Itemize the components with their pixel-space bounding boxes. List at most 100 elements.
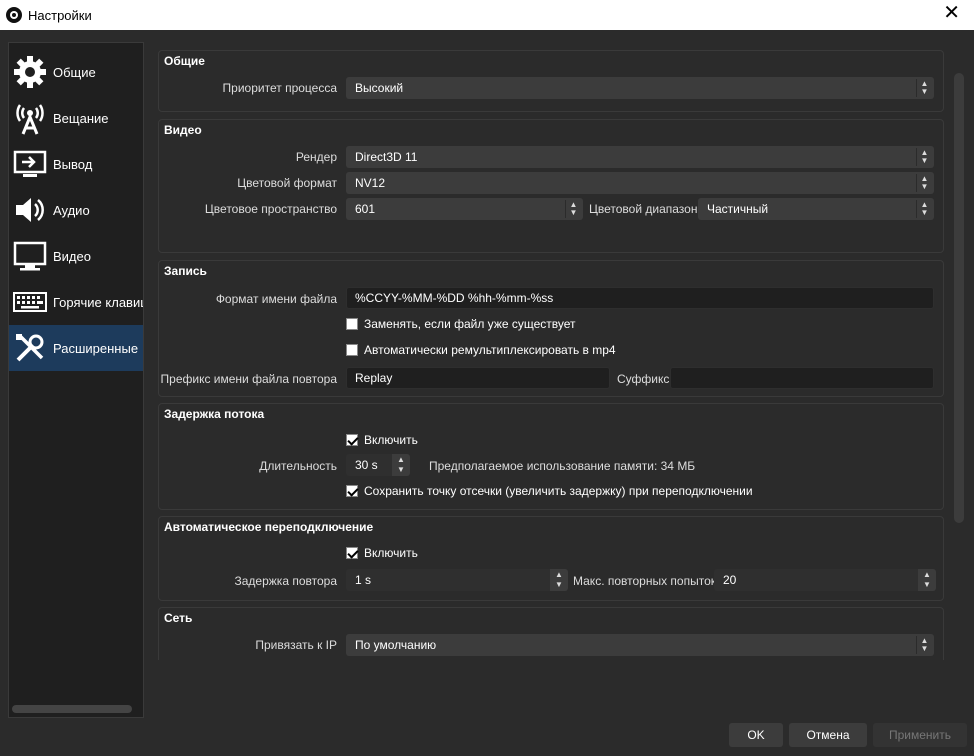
updown-icon: ▲ ▼ (916, 200, 932, 218)
spin-arrows-icon[interactable]: ▲ ▼ (918, 569, 936, 591)
suffix-input[interactable] (670, 367, 934, 389)
duration-spinbox[interactable]: 30 s ▲ ▼ (346, 454, 410, 476)
speaker-icon (11, 191, 49, 229)
settings-dialog: Общие Вещание Вывод Аудио Видео Горячие … (0, 30, 974, 756)
sidebar-item-advanced[interactable]: Расширенные (9, 325, 143, 371)
output-monitor-icon (11, 145, 49, 183)
checkbox-box (346, 434, 358, 446)
checkbox-label: Сохранить точку отсечки (увеличить задер… (364, 484, 753, 498)
checkbox-label: Автоматически ремультиплексировать в mp4 (364, 343, 616, 357)
max-retries-spinbox[interactable]: 20 ▲ ▼ (714, 569, 936, 591)
obs-logo-icon (6, 7, 22, 23)
checkbox-label: Включить (364, 433, 418, 447)
retry-delay-label: Задержка повтора (234, 574, 338, 588)
color-range-label: Цветовой диапазон (589, 202, 698, 216)
renderer-label: Рендер (295, 150, 337, 164)
stream-delay-enable-checkbox[interactable]: Включить (346, 433, 418, 447)
suffix-label: Суффикс (617, 372, 670, 386)
max-retries-label: Макс. повторных попыток (573, 574, 717, 588)
auto-reconnect-group: Автоматическое переподключение Включить … (158, 516, 944, 601)
spin-arrows-icon[interactable]: ▲ ▼ (392, 454, 410, 476)
updown-icon: ▲ ▼ (916, 148, 932, 166)
select-value: Высокий (355, 81, 404, 95)
color-format-select[interactable]: NV12 ▲ ▼ (346, 172, 934, 194)
sidebar-item-label: Вещание (53, 110, 109, 126)
monitor-icon (11, 237, 49, 275)
group-title: Общие (164, 54, 205, 68)
renderer-select[interactable]: Direct3D 11 ▲ ▼ (346, 146, 934, 168)
remux-checkbox[interactable]: Автоматически ремультиплексировать в mp4 (346, 343, 616, 357)
spin-value: 1 s (355, 573, 372, 587)
replay-prefix-input[interactable]: Replay (346, 367, 610, 389)
sidebar-item-label: Видео (53, 248, 91, 264)
sidebar-scrollbar[interactable] (12, 705, 132, 713)
select-value: 601 (355, 202, 376, 216)
group-title: Задержка потока (164, 407, 265, 421)
ok-button[interactable]: OK (729, 723, 783, 747)
spin-value: 20 (723, 573, 737, 587)
overwrite-checkbox[interactable]: Заменять, если файл уже существует (346, 317, 576, 331)
color-range-select[interactable]: Частичный ▲ ▼ (698, 198, 934, 220)
sidebar-item-output[interactable]: Вывод (9, 141, 143, 187)
sidebar-item-video[interactable]: Видео (9, 233, 143, 279)
bind-ip-select[interactable]: По умолчанию ▲ ▼ (346, 634, 934, 656)
sidebar-item-label: Общие (53, 64, 96, 80)
replay-prefix-label: Префикс имени файла повтора (160, 372, 337, 386)
recording-group: Запись Формат имени файла %CCYY-%MM-%DD … (158, 260, 944, 397)
settings-content: Общие Приоритет процесса Высокий ▲ ▼ Виде… (158, 50, 946, 660)
content-scrollbar[interactable] (954, 73, 964, 523)
sidebar-item-label: Вывод (53, 156, 93, 172)
bind-ip-label: Привязать к IP (255, 638, 337, 652)
apply-button[interactable]: Применить (873, 723, 967, 747)
settings-sidebar: Общие Вещание Вывод Аудио Видео Горячие … (8, 42, 144, 718)
updown-icon: ▲ ▼ (565, 200, 581, 218)
sidebar-item-label: Горячие клавиши (53, 294, 143, 310)
close-icon[interactable]: ✕ (943, 3, 960, 23)
select-value: По умолчанию (355, 638, 437, 652)
sidebar-item-general[interactable]: Общие (9, 49, 143, 95)
group-title: Запись (164, 264, 207, 278)
updown-icon: ▲ ▼ (916, 79, 932, 97)
window-title: Настройки (28, 8, 92, 23)
preserve-cutoff-checkbox[interactable]: Сохранить точку отсечки (увеличить задер… (346, 484, 753, 498)
memory-usage-note: Предполагаемое использование памяти: 34 … (429, 459, 696, 473)
spin-value: 30 s (355, 458, 378, 472)
sidebar-item-hotkeys[interactable]: Горячие клавиши (9, 279, 143, 325)
select-value: Direct3D 11 (355, 150, 418, 164)
sidebar-item-stream[interactable]: Вещание (9, 95, 143, 141)
checkbox-label: Заменять, если файл уже существует (364, 317, 576, 331)
spin-arrows-icon[interactable]: ▲ ▼ (550, 569, 568, 591)
sidebar-item-audio[interactable]: Аудио (9, 187, 143, 233)
gear-icon (11, 53, 49, 91)
filename-format-input[interactable]: %CCYY-%MM-%DD %hh-%mm-%ss (346, 287, 934, 309)
process-priority-select[interactable]: Высокий ▲ ▼ (346, 77, 934, 99)
video-group: Видео Рендер Direct3D 11 ▲ ▼ Цветовой фор… (158, 119, 944, 253)
filename-format-label: Формат имени файла (215, 292, 337, 306)
color-space-select[interactable]: 601 ▲ ▼ (346, 198, 583, 220)
broadcast-antenna-icon (11, 99, 49, 137)
sidebar-item-label: Аудио (53, 202, 90, 218)
color-format-label: Цветовой формат (237, 176, 337, 190)
keyboard-icon (11, 283, 49, 321)
stream-delay-group: Задержка потока Включить Длительность 30… (158, 403, 944, 510)
group-title: Автоматическое переподключение (164, 520, 374, 534)
checkbox-box (346, 318, 358, 330)
network-group: Сеть Привязать к IP По умолчанию ▲ ▼ (158, 607, 944, 660)
checkbox-label: Включить (364, 546, 418, 560)
checkbox-box (346, 547, 358, 559)
tools-icon (11, 329, 49, 367)
sidebar-item-label: Расширенные (53, 340, 139, 356)
group-title: Сеть (164, 611, 193, 625)
duration-label: Длительность (259, 459, 337, 473)
reconnect-enable-checkbox[interactable]: Включить (346, 546, 418, 560)
updown-icon: ▲ ▼ (916, 636, 932, 654)
select-value: Частичный (707, 202, 769, 216)
cancel-button[interactable]: Отмена (789, 723, 867, 747)
updown-icon: ▲ ▼ (916, 174, 932, 192)
retry-delay-spinbox[interactable]: 1 s ▲ ▼ (346, 569, 568, 591)
group-title: Видео (164, 123, 202, 137)
process-priority-label: Приоритет процесса (222, 81, 337, 95)
color-space-label: Цветовое пространство (204, 202, 337, 216)
select-value: NV12 (355, 176, 386, 190)
general-group: Общие Приоритет процесса Высокий ▲ ▼ (158, 50, 944, 112)
